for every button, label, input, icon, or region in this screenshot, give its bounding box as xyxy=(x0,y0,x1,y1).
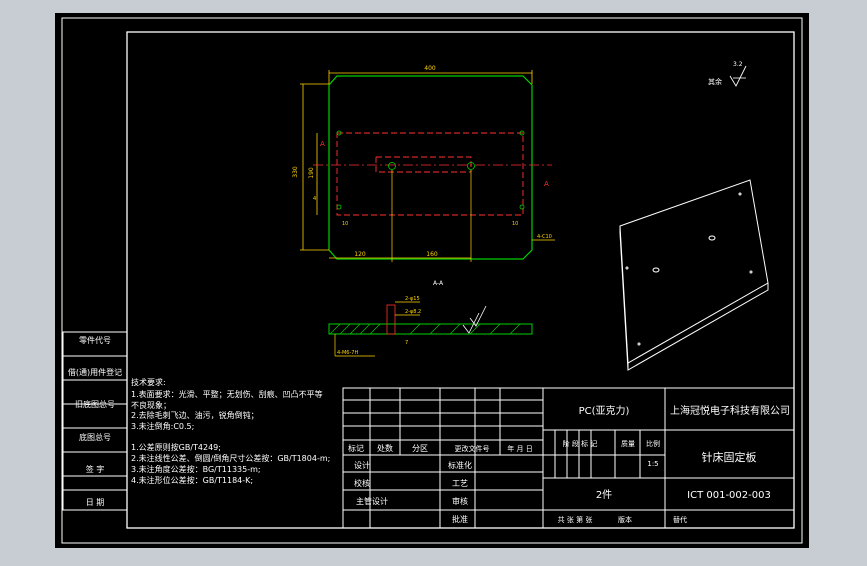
rev-header-count: 处数 xyxy=(377,443,393,453)
label-standard: 标准化 xyxy=(448,460,472,470)
role-check: 校核 xyxy=(354,478,370,488)
quantity: 2件 xyxy=(596,489,612,501)
rev-header-mark: 标记 xyxy=(348,443,364,453)
tech-line-9: 4.未注形位公差按：GB/T1184-K; xyxy=(131,475,253,485)
dim-edge-right: 10 xyxy=(512,221,518,227)
dim-height: 330 xyxy=(292,166,299,178)
tech-heading: 技术要求: xyxy=(131,377,166,387)
scale-header: 比例 xyxy=(646,439,660,448)
surface-finish-label: 其余 xyxy=(708,77,722,86)
label-review: 审核 xyxy=(452,496,468,506)
chamfer-note: 4-C10 xyxy=(537,234,552,240)
rev-header-doc: 更改文件号 xyxy=(455,444,490,453)
section-marker-right: A xyxy=(544,180,549,188)
replace-label: 替代 xyxy=(673,515,687,524)
tech-line-3: 2.去除毛刺飞边、油污，锐角倒钝； xyxy=(131,410,259,420)
dim-width: 400 xyxy=(424,65,436,72)
strip-label-sign: 签 字 xyxy=(86,464,105,474)
mass-header: 质量 xyxy=(621,439,635,448)
role-lead: 主管设计 xyxy=(356,496,388,506)
dim-offset-mid: 160 xyxy=(426,251,438,258)
tech-line-6: 1.公差原则按GB/T4249; xyxy=(131,442,221,452)
hole-callout-2: 2-φ8.2 xyxy=(405,309,421,315)
tech-line-4: 3.未注倒角:C0.5; xyxy=(131,421,194,431)
company-name: 上海冠悦电子科技有限公司 xyxy=(670,404,790,417)
material: PC(亚克力) xyxy=(579,404,630,417)
strip-label-shared: 借(通)用件登记 xyxy=(68,367,122,377)
sheet-count: 共 张 第 张 xyxy=(558,515,593,524)
part-name: 针床固定板 xyxy=(702,450,757,464)
strip-label-base: 底图总号 xyxy=(79,432,111,442)
drawing-number: ICT 001-002-003 xyxy=(687,490,771,501)
thread-callout: 4-M6-7H xyxy=(337,350,358,356)
version-label: 版本 xyxy=(618,515,632,524)
stage-header: 阶 段 标 记 xyxy=(563,439,598,448)
dim-thickness: 7 xyxy=(405,340,408,346)
drawing-canvas: 零件代号 借(通)用件登记 旧底图总号 底图总号 签 字 日 期 400 330… xyxy=(55,13,809,548)
cad-window: 零件代号 借(通)用件登记 旧底图总号 底图总号 签 字 日 期 400 330… xyxy=(0,0,867,562)
dim-edge-left: 10 xyxy=(342,221,348,227)
hole-callout-1: 2-φ15 xyxy=(405,296,420,302)
tech-line-7: 2.未注线性公差、倒圆/倒角尺寸公差按：GB/T1804-m; xyxy=(131,453,330,463)
rev-header-date: 年 月 日 xyxy=(507,444,532,453)
rev-header-zone: 分区 xyxy=(412,444,428,453)
section-marker-left: A xyxy=(320,140,325,148)
scale-value: 1:5 xyxy=(647,460,658,468)
section-view-label: A-A xyxy=(433,280,444,287)
strip-label-date: 日 期 xyxy=(86,498,105,507)
tech-line-1: 1.表面要求：光滑、平整；无划伤、刮痕、凹凸不平等 xyxy=(131,389,323,399)
dim-offset-left: 120 xyxy=(354,251,366,258)
dim-inner-height: 190 xyxy=(308,167,315,179)
label-process: 工艺 xyxy=(452,479,468,488)
dim-side-small: 4 xyxy=(313,196,316,202)
strip-label-part-code: 零件代号 xyxy=(79,335,111,345)
strip-label-old-base: 旧底图总号 xyxy=(75,399,115,409)
roughness-value: 3.2 xyxy=(733,61,743,68)
role-design: 设计 xyxy=(354,460,370,470)
label-approve: 批准 xyxy=(452,514,468,524)
tech-line-2: 不良现象； xyxy=(131,400,171,410)
tech-line-8: 3.未注角度公差按：BG/T11335-m; xyxy=(131,464,261,474)
